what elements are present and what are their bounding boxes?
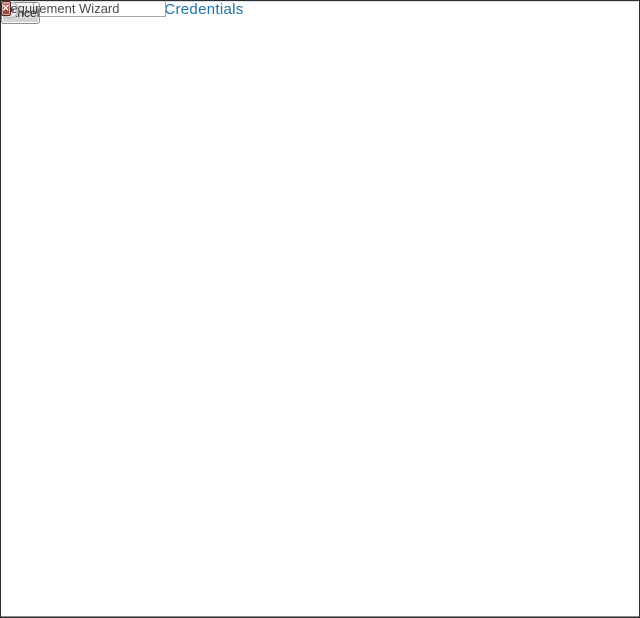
wizard-window: ✕ Requirement Wizard Configuration Manag… [0,0,640,618]
title-bar[interactable]: ✕ [1,1,639,2]
window-frame-bottom [1,616,639,617]
close-button[interactable]: ✕ [1,1,11,16]
close-icon: ✕ [2,3,10,13]
wizard-title: Requirement Wizard [1,1,120,16]
